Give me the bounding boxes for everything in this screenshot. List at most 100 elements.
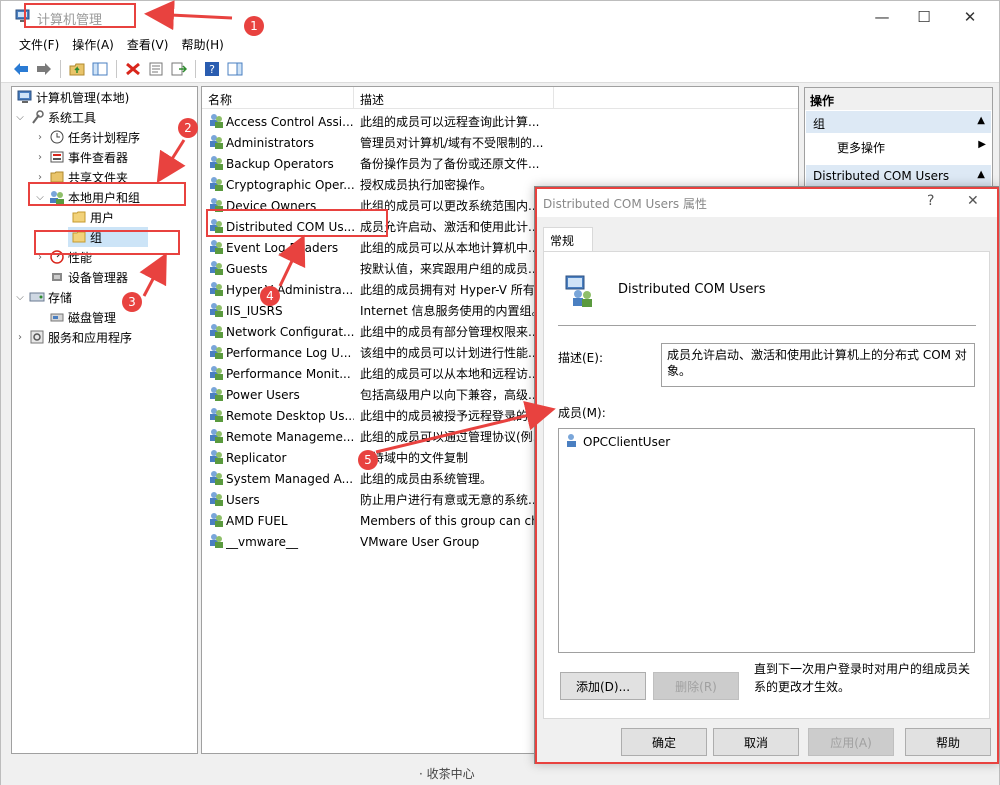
tree-item-root[interactable]: 计算机管理(本地): [14, 87, 129, 107]
computer-icon: [17, 89, 33, 105]
annotation-box-title: [24, 3, 136, 28]
tree-item-system-tools[interactable]: ⌵ 系统工具: [14, 107, 96, 127]
group-name-cell: Event Log Readers: [226, 240, 339, 255]
group-name-cell: Replicator: [226, 450, 287, 465]
annotation-number-2: 2: [178, 118, 198, 138]
submenu-arrow-icon: ▶: [978, 139, 986, 150]
menu-view[interactable]: 查看(V): [121, 33, 176, 55]
tree-item-disk-management[interactable]: 磁盘管理: [46, 307, 116, 327]
group-name-cell: AMD FUEL: [226, 513, 288, 528]
properties-icon[interactable]: [146, 59, 166, 79]
collapsed-arrow-icon[interactable]: ›: [34, 132, 46, 143]
tree-item-device-manager[interactable]: 设备管理器: [46, 267, 128, 287]
maximize-icon: ☐: [917, 8, 931, 26]
tree-item-services-apps[interactable]: › 服务和应用程序: [14, 327, 132, 347]
list-header: 名称 描述: [202, 87, 798, 109]
menu-file[interactable]: 文件(F): [13, 33, 66, 55]
group-icon: [208, 407, 224, 423]
tree-item-users[interactable]: 用户: [68, 207, 114, 227]
show-hide-action-pane-icon[interactable]: [225, 59, 245, 79]
group-icon: [208, 176, 224, 192]
group-name-cell: System Managed A...: [226, 471, 354, 486]
tree-label: 服务和应用程序: [48, 330, 133, 345]
group-icon: [208, 365, 224, 381]
maximize-button[interactable]: ☐: [901, 1, 947, 33]
group-name-cell: Cryptographic Oper...: [226, 177, 354, 192]
section-label: Distributed COM Users: [813, 169, 950, 183]
group-icon: [208, 386, 224, 402]
close-button[interactable]: ✕: [947, 1, 993, 33]
group-name-cell: __vmware__: [226, 534, 299, 549]
status-text: · 收茶中心: [419, 767, 475, 781]
export-list-icon[interactable]: [169, 59, 189, 79]
annotation-box-dialog: [535, 187, 999, 764]
up-folder-icon[interactable]: [67, 59, 87, 79]
toolbar-separator: [60, 59, 61, 78]
delete-icon[interactable]: [123, 59, 143, 79]
show-hide-tree-icon[interactable]: [90, 59, 110, 79]
group-icon: [208, 470, 224, 486]
tree-item-task-scheduler[interactable]: › 任务计划程序: [34, 127, 140, 147]
svg-text:?: ?: [209, 63, 215, 76]
tree-item-event-viewer[interactable]: › 事件查看器: [34, 147, 128, 167]
back-arrow-icon[interactable]: [11, 59, 31, 79]
group-name-cell: Access Control Assi...: [226, 114, 354, 129]
expanded-arrow-icon[interactable]: ⌵: [14, 292, 26, 303]
group-name-cell: Performance Log U...: [226, 345, 352, 360]
minimize-icon: —: [874, 8, 890, 26]
group-name-cell: Hyper-V Administra...: [226, 282, 354, 297]
group-description-cell: 管理员对计算机/域有不受限制的...: [360, 136, 544, 150]
group-icon: [208, 428, 224, 444]
event-viewer-icon: [49, 149, 65, 165]
group-icon: [208, 281, 224, 297]
column-name-header[interactable]: 名称: [202, 87, 354, 109]
group-name-cell: Administrators: [226, 135, 315, 150]
close-icon: ✕: [963, 8, 977, 26]
tree-label: 事件查看器: [68, 150, 129, 165]
group-name-cell: Users: [226, 492, 260, 507]
group-name-cell: Remote Desktop Us...: [226, 408, 354, 423]
help-icon[interactable]: ?: [202, 59, 222, 79]
tools-icon: [29, 109, 45, 125]
tree-label: 计算机管理(本地): [36, 90, 130, 105]
actions-section-groups[interactable]: 组 ▲: [806, 111, 991, 133]
tree-label: 用户: [90, 210, 115, 225]
group-description-cell: 备份操作员为了备份或还原文件...: [360, 157, 540, 171]
group-name-cell: Network Configurat...: [226, 324, 354, 339]
menu-help[interactable]: 帮助(H): [175, 33, 230, 55]
group-icon: [208, 302, 224, 318]
table-row[interactable]: Access Control Assi... 此组的成员可以远程查询此计算...: [202, 111, 798, 132]
annotation-number-4: 4: [260, 286, 280, 306]
tree-label: 设备管理器: [68, 270, 129, 285]
annotation-number-5: 5: [358, 450, 378, 470]
expanded-arrow-icon[interactable]: ⌵: [14, 112, 26, 123]
more-actions-item[interactable]: 更多操作 ▶: [805, 134, 992, 158]
actions-section-dcom-users[interactable]: Distributed COM Users ▲: [806, 165, 991, 187]
collapsed-arrow-icon[interactable]: ›: [34, 172, 46, 183]
services-icon: [29, 329, 45, 345]
column-description-header[interactable]: 描述: [354, 87, 554, 109]
tree-item-storage[interactable]: ⌵ 存储: [14, 287, 72, 307]
collapsed-arrow-icon[interactable]: ›: [14, 332, 26, 343]
annotation-box-dcom-row: [206, 209, 388, 237]
annotation-box-local-users: [28, 182, 186, 206]
folder-icon: [71, 209, 87, 225]
tree-label: 磁盘管理: [68, 310, 117, 325]
group-name-cell: Guests: [226, 261, 268, 276]
group-name-cell: IIS_IUSRS: [226, 303, 283, 318]
minimize-button[interactable]: —: [859, 1, 905, 33]
forward-arrow-icon[interactable]: [34, 59, 54, 79]
table-row[interactable]: Backup Operators 备份操作员为了备份或还原文件...: [202, 153, 798, 174]
table-row[interactable]: Administrators 管理员对计算机/域有不受限制的...: [202, 132, 798, 153]
menu-action[interactable]: 操作(A): [66, 33, 121, 55]
title-bar: 计算机管理 — ☐ ✕: [1, 1, 999, 33]
group-icon: [208, 323, 224, 339]
group-description-cell: 此组的成员可以远程查询此计算...: [360, 115, 540, 129]
group-name-cell: Performance Monit...: [226, 366, 351, 381]
more-actions-label: 更多操作: [837, 141, 886, 155]
group-icon: [208, 113, 224, 129]
group-icon: [208, 344, 224, 360]
collapsed-arrow-icon[interactable]: ›: [34, 152, 46, 163]
collapse-triangle-icon: ▲: [977, 169, 985, 180]
tree-label: 任务计划程序: [68, 130, 141, 145]
